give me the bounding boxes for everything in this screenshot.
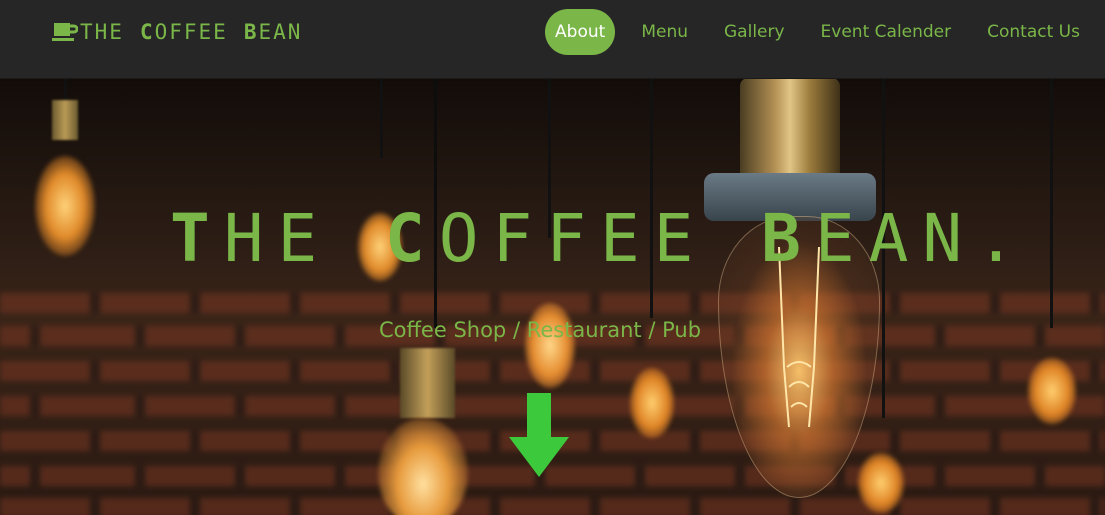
brand-word-2: COFFEE — [139, 20, 228, 44]
light-bulb — [1028, 358, 1076, 424]
hero-title: THE COFFEE BEAN. — [170, 200, 1030, 277]
lamp-socket — [400, 348, 455, 418]
nav-contact-us[interactable]: Contact Us — [977, 9, 1090, 55]
brand-logo[interactable]: THE COFFEE BEAN — [52, 20, 318, 44]
lamp-cord — [1050, 78, 1053, 328]
nav-gallery[interactable]: Gallery — [714, 9, 795, 55]
coffee-cup-icon — [52, 21, 79, 43]
nav-menu[interactable]: Menu — [631, 9, 698, 55]
light-bulb — [525, 303, 575, 388]
lamp-socket — [52, 100, 78, 140]
arrow-down-icon[interactable] — [509, 393, 569, 477]
hero-section: THE COFFEE BEAN. Coffee Shop / Restauran… — [0, 78, 1105, 515]
brand-word-1: THE — [80, 20, 124, 44]
nav-about[interactable]: About — [545, 9, 616, 55]
light-bulb — [630, 368, 674, 438]
lamp-cord — [380, 78, 383, 158]
lamp-cord — [650, 78, 653, 318]
main-nav: About Menu Gallery Event Calender Contac… — [529, 9, 1090, 55]
nav-event-calender[interactable]: Event Calender — [811, 9, 962, 55]
brick-row — [0, 498, 1105, 515]
light-bulb — [35, 156, 95, 256]
hero-subtitle: Coffee Shop / Restaurant / Pub — [378, 318, 702, 342]
brand-word-3: BEAN — [243, 20, 303, 44]
navbar: THE COFFEE BEAN About Menu Gallery Event… — [0, 0, 1105, 78]
